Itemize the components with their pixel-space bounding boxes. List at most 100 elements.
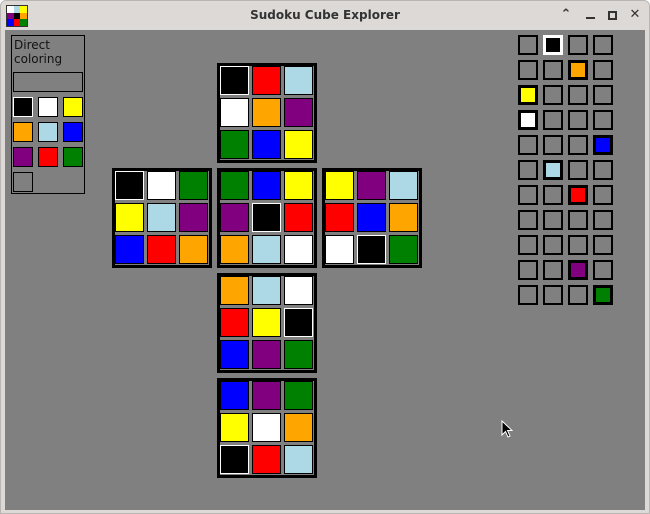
assignment-cell[interactable]	[568, 235, 588, 255]
cube-cell[interactable]	[220, 130, 249, 159]
assignment-cell[interactable]	[593, 185, 613, 205]
chevron-up-icon[interactable]: ⌃	[558, 7, 574, 23]
cube-cell[interactable]	[284, 308, 313, 337]
assignment-cell[interactable]	[518, 285, 538, 305]
assignment-cell[interactable]	[518, 85, 538, 105]
cube-cell[interactable]	[252, 445, 281, 474]
assignment-cell[interactable]	[518, 110, 538, 130]
cube-cell[interactable]	[252, 98, 281, 127]
minimize-icon[interactable]	[582, 7, 598, 23]
color-swatch[interactable]	[63, 97, 83, 117]
cube-cell[interactable]	[220, 203, 249, 232]
assignment-cell[interactable]	[593, 235, 613, 255]
assignment-cell[interactable]	[593, 160, 613, 180]
cube-cell[interactable]	[147, 235, 176, 264]
assignment-cell[interactable]	[568, 185, 588, 205]
assignment-cell[interactable]	[568, 210, 588, 230]
assignment-cell[interactable]	[543, 35, 563, 55]
cube-cell[interactable]	[284, 66, 313, 95]
assignment-cell[interactable]	[518, 135, 538, 155]
assignment-cell[interactable]	[543, 285, 563, 305]
assignment-cell[interactable]	[568, 285, 588, 305]
color-swatch[interactable]	[38, 147, 58, 167]
color-preview-field[interactable]	[13, 72, 83, 92]
assignment-cell[interactable]	[593, 260, 613, 280]
cube-cell[interactable]	[284, 381, 313, 410]
cube-cell[interactable]	[220, 66, 249, 95]
cube-cell[interactable]	[220, 340, 249, 369]
assignment-cell[interactable]	[568, 260, 588, 280]
cube-cell[interactable]	[252, 171, 281, 200]
cube-cell[interactable]	[220, 98, 249, 127]
cube-cell[interactable]	[147, 171, 176, 200]
color-swatch[interactable]	[13, 172, 33, 192]
assignment-cell[interactable]	[593, 85, 613, 105]
assignment-cell[interactable]	[543, 135, 563, 155]
cube-cell[interactable]	[284, 413, 313, 442]
cube-cell[interactable]	[220, 381, 249, 410]
cube-cell[interactable]	[284, 235, 313, 264]
cube-cell[interactable]	[252, 381, 281, 410]
cube-cell[interactable]	[252, 130, 281, 159]
cube-cell[interactable]	[284, 340, 313, 369]
color-swatch[interactable]	[38, 122, 58, 142]
cube-cell[interactable]	[389, 235, 418, 264]
color-swatch[interactable]	[38, 97, 58, 117]
color-swatch[interactable]	[13, 122, 33, 142]
cube-cell[interactable]	[284, 203, 313, 232]
cube-cell[interactable]	[325, 203, 354, 232]
cube-cell[interactable]	[252, 276, 281, 305]
assignment-cell[interactable]	[543, 210, 563, 230]
assignment-cell[interactable]	[543, 60, 563, 80]
cube-cell[interactable]	[115, 203, 144, 232]
color-swatch[interactable]	[13, 147, 33, 167]
assignment-cell[interactable]	[593, 60, 613, 80]
title-bar[interactable]: Sudoku Cube Explorer ⌃ ✕	[1, 1, 649, 29]
cube-cell[interactable]	[389, 203, 418, 232]
assignment-cell[interactable]	[593, 135, 613, 155]
assignment-cell[interactable]	[568, 135, 588, 155]
assignment-cell[interactable]	[518, 35, 538, 55]
assignment-cell[interactable]	[568, 160, 588, 180]
cube-cell[interactable]	[220, 276, 249, 305]
assignment-cell[interactable]	[518, 160, 538, 180]
assignment-cell[interactable]	[593, 110, 613, 130]
cube-cell[interactable]	[389, 171, 418, 200]
cube-cell[interactable]	[284, 98, 313, 127]
cube-cell[interactable]	[325, 171, 354, 200]
assignment-cell[interactable]	[543, 85, 563, 105]
cube-cell[interactable]	[220, 413, 249, 442]
cube-cell[interactable]	[284, 276, 313, 305]
cube-cell[interactable]	[220, 235, 249, 264]
assignment-cell[interactable]	[518, 235, 538, 255]
cube-cell[interactable]	[220, 308, 249, 337]
color-swatch[interactable]	[13, 97, 33, 117]
assignment-cell[interactable]	[518, 60, 538, 80]
cube-cell[interactable]	[252, 235, 281, 264]
cube-cell[interactable]	[179, 203, 208, 232]
cube-cell[interactable]	[252, 340, 281, 369]
assignment-cell[interactable]	[568, 60, 588, 80]
assignment-cell[interactable]	[568, 35, 588, 55]
cube-cell[interactable]	[357, 203, 386, 232]
color-swatch[interactable]	[63, 122, 83, 142]
color-swatch[interactable]	[63, 147, 83, 167]
assignment-cell[interactable]	[543, 235, 563, 255]
assignment-cell[interactable]	[518, 210, 538, 230]
assignment-cell[interactable]	[543, 185, 563, 205]
assignment-cell[interactable]	[518, 260, 538, 280]
assignment-cell[interactable]	[568, 85, 588, 105]
close-icon[interactable]: ✕	[627, 7, 643, 23]
cube-cell[interactable]	[357, 235, 386, 264]
assignment-cell[interactable]	[518, 185, 538, 205]
cube-cell[interactable]	[284, 445, 313, 474]
cube-cell[interactable]	[115, 235, 144, 264]
cube-cell[interactable]	[325, 235, 354, 264]
cube-cell[interactable]	[115, 171, 144, 200]
assignment-cell[interactable]	[568, 110, 588, 130]
cube-cell[interactable]	[220, 171, 249, 200]
assignment-cell[interactable]	[543, 260, 563, 280]
assignment-cell[interactable]	[593, 35, 613, 55]
assignment-cell[interactable]	[543, 110, 563, 130]
cube-cell[interactable]	[284, 171, 313, 200]
